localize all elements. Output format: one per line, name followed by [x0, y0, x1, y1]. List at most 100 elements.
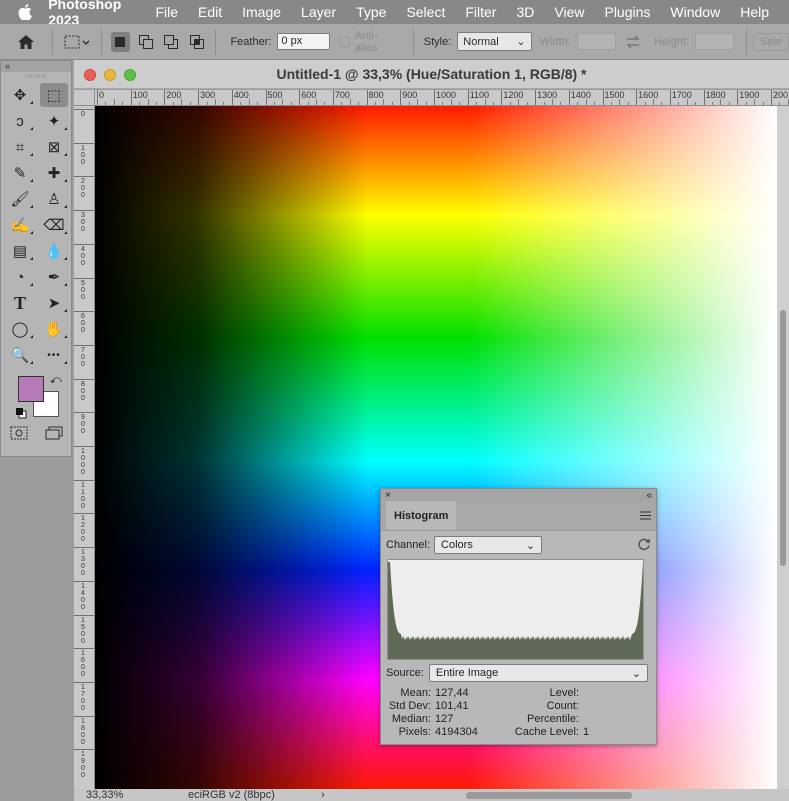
menu-window[interactable]: Window — [670, 4, 720, 20]
crop-tool-button[interactable]: ⌗ — [3, 134, 37, 160]
tool-flyout-indicator — [30, 335, 33, 338]
refresh-icon[interactable] — [637, 537, 651, 554]
swap-colors-icon[interactable]: ⤺ — [50, 374, 62, 387]
zoom-level-field[interactable]: 33,33% — [86, 789, 146, 801]
more-tools-button[interactable]: ••• — [37, 342, 71, 368]
menu-layer[interactable]: Layer — [301, 4, 336, 20]
quick-mask-icon[interactable] — [10, 426, 28, 445]
tool-flyout-indicator — [64, 231, 67, 234]
hand-tool-button[interactable]: ✋ — [37, 316, 71, 342]
move-tool-button[interactable]: ✥ — [3, 82, 37, 108]
ruler-label: 1 9 0 0 — [81, 751, 85, 780]
menu-plugins[interactable]: Plugins — [604, 4, 650, 20]
tab-histogram[interactable]: Histogram — [386, 501, 457, 530]
ruler-minor-tick — [189, 102, 191, 105]
history-brush-button[interactable]: ✍ — [3, 212, 37, 238]
new-selection-icon[interactable] — [110, 31, 131, 52]
panel-menu-icon[interactable] — [640, 511, 651, 523]
intersect-selection-icon[interactable] — [187, 32, 206, 52]
width-input[interactable] — [576, 33, 616, 50]
horizontal-ruler[interactable]: 0 100 200 300 400 500 600 700 800 900 1000 1100 1200… — [95, 90, 789, 106]
close-window-button[interactable] — [84, 69, 96, 81]
source-select[interactable]: Entire Image ⌄ — [428, 664, 648, 682]
default-colors-icon[interactable] — [15, 406, 27, 424]
clone-stamp-button[interactable]: ♙ — [37, 186, 71, 212]
channel-select[interactable]: Colors ⌄ — [434, 536, 543, 554]
options-divider — [215, 28, 217, 55]
menu-file[interactable]: File — [155, 4, 178, 20]
ruler-tick — [164, 90, 166, 105]
vertical-scrollbar[interactable] — [777, 106, 789, 789]
lasso-tool-button[interactable]: ↄ — [3, 108, 37, 134]
foreground-color-swatch[interactable] — [18, 376, 44, 402]
healing-brush-button[interactable]: ✚ — [37, 160, 71, 186]
status-menu-arrow-icon[interactable]: › — [321, 789, 325, 801]
pen-tool-button[interactable]: ✒ — [37, 264, 71, 290]
menu-view[interactable]: View — [554, 4, 584, 20]
ruler-label: 1 3 0 0 — [81, 549, 85, 578]
swap-width-height-icon[interactable] — [624, 32, 643, 52]
eraser-tool-button[interactable]: ⌫ — [37, 212, 71, 238]
menu-edit[interactable]: Edit — [198, 4, 222, 20]
ruler-tick — [74, 109, 94, 110]
ruler-tick — [74, 749, 94, 751]
color-profile-info[interactable]: eciRGB v2 (8bpc) — [188, 789, 338, 801]
panel-grip[interactable] — [1, 72, 71, 80]
document-title-bar[interactable]: Untitled-1 @ 33,3% (Hue/Saturation 1, RG… — [74, 60, 789, 89]
type-tool-button[interactable]: T — [3, 290, 37, 316]
collapse-panel-icon[interactable]: « — [646, 490, 652, 501]
histogram-panel-header[interactable]: × « — [381, 489, 656, 501]
healing-brush-icon: ✚ — [47, 165, 61, 182]
path-selection-icon: ➤ — [47, 295, 61, 312]
vertical-scroll-thumb[interactable] — [780, 310, 786, 566]
ruler-minor-tick — [139, 102, 141, 105]
path-selection-button[interactable]: ➤ — [37, 290, 71, 316]
ruler-minor-tick — [594, 102, 596, 105]
menu-filter[interactable]: Filter — [465, 4, 496, 20]
tools-collapse-icon[interactable]: « — [1, 61, 71, 72]
select-and-mask-button[interactable]: Sele — [752, 32, 789, 51]
ruler-tick — [74, 210, 94, 212]
horizontal-scroll-thumb[interactable] — [466, 792, 632, 799]
ruler-label: 200 — [166, 90, 182, 100]
menu-image[interactable]: Image — [242, 4, 281, 20]
subtract-from-selection-icon[interactable] — [162, 32, 181, 52]
anti-alias-checkbox[interactable]: Anti-alias — [340, 30, 399, 54]
source-row: Source: Entire Image ⌄ — [381, 664, 656, 682]
minimize-window-button[interactable] — [104, 69, 116, 81]
ruler-label: 200 — [773, 90, 789, 100]
feather-input[interactable]: 0 px — [277, 33, 331, 50]
ruler-label: 1100 — [469, 90, 490, 100]
apple-menu-icon[interactable] — [18, 3, 32, 21]
ruler-minor-tick — [577, 102, 579, 105]
blur-tool-button[interactable]: 💧 — [37, 238, 71, 264]
magic-wand-button[interactable]: ✦ — [37, 108, 71, 134]
screen-mode-icon[interactable] — [45, 426, 63, 445]
marquee-preset-icon[interactable] — [62, 32, 91, 52]
menu-type[interactable]: Type — [356, 4, 386, 20]
zoom-tool-button[interactable]: 🔍 — [3, 342, 37, 368]
menu-3d[interactable]: 3D — [516, 4, 534, 20]
zoom-window-button[interactable] — [124, 69, 136, 81]
height-input[interactable] — [695, 33, 735, 50]
home-icon[interactable] — [16, 32, 35, 52]
ruler-label: 1700 — [671, 90, 692, 100]
ruler-label: 600 — [301, 90, 317, 100]
vertical-ruler[interactable]: 0 1 0 0 2 0 0 3 0 0 4 0 0 5 0 0 6 0 0 7 0 0 8 0 … — [74, 106, 95, 789]
gradient-tool-button[interactable]: ▤ — [3, 238, 37, 264]
ruler-label: 3 0 0 — [81, 212, 85, 234]
brush-tool-button[interactable]: 🖌 — [3, 186, 37, 212]
menu-select[interactable]: Select — [406, 4, 445, 20]
ellipse-tool-button[interactable]: ◯ — [3, 316, 37, 342]
menu-help[interactable]: Help — [740, 4, 769, 20]
frame-tool-button[interactable]: ⊠ — [37, 134, 71, 160]
histogram-panel: × « Histogram Channel: Colors ⌄ Source: … — [380, 488, 657, 745]
close-panel-icon[interactable]: × — [385, 490, 391, 501]
ruler-origin[interactable] — [74, 90, 95, 106]
rectangular-marquee-button[interactable]: ⬚ — [40, 83, 68, 107]
add-to-selection-icon[interactable] — [136, 32, 155, 52]
eyedropper-button[interactable]: ✎ — [3, 160, 37, 186]
dodge-tool-button[interactable]: ◔ — [3, 264, 37, 290]
ruler-minor-tick — [560, 102, 562, 105]
style-select[interactable]: Normal ⌄ — [457, 32, 532, 51]
